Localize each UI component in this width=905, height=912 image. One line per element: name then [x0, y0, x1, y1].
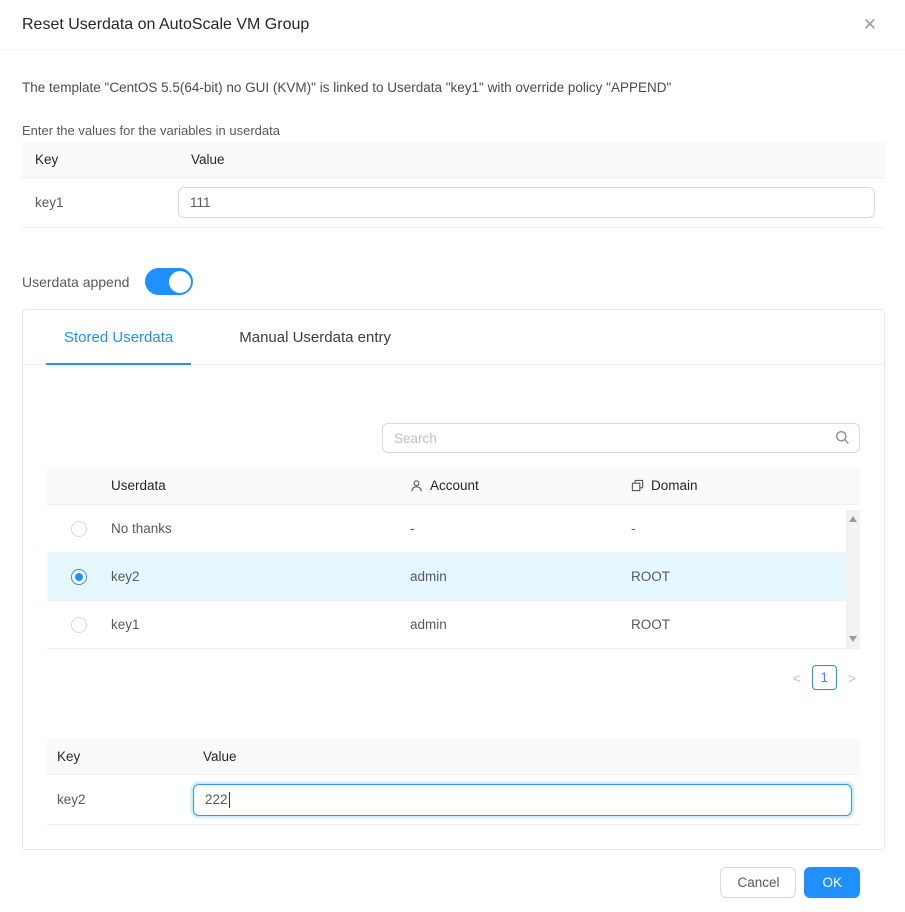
pagination-next-icon[interactable]: >: [846, 669, 858, 687]
radio-key1[interactable]: [71, 617, 87, 633]
variables-instruction-label: Enter the values for the variables in us…: [22, 123, 885, 138]
userdata-selection-card: Stored Userdata Manual Userdata entry: [22, 309, 885, 850]
modal-title: Reset Userdata on AutoScale VM Group: [22, 16, 309, 34]
cancel-button[interactable]: Cancel: [720, 867, 796, 898]
userdata-cell: key1: [111, 617, 410, 632]
table-row-no-thanks[interactable]: No thanks - -: [47, 505, 860, 553]
variable-key1-value-input[interactable]: [178, 187, 875, 218]
toggle-knob: [169, 271, 191, 293]
domain-cell: ROOT: [631, 617, 860, 632]
userdata-append-row: Userdata append: [22, 268, 885, 295]
modal-footer: Cancel OK: [22, 867, 885, 898]
domain-cell: ROOT: [631, 569, 860, 584]
table-row: key2 222: [47, 775, 860, 825]
userdata-append-toggle[interactable]: [145, 268, 193, 295]
domain-column-header: Domain: [651, 478, 698, 493]
table-scrollbar[interactable]: [846, 510, 860, 648]
tab-stored-userdata[interactable]: Stored Userdata: [46, 310, 191, 364]
pagination: < 1 >: [47, 665, 860, 690]
ok-button[interactable]: OK: [804, 867, 860, 898]
table-row-key2[interactable]: key2 admin ROOT: [47, 553, 860, 601]
pagination-prev-icon[interactable]: <: [791, 669, 803, 687]
stored-userdata-panel: Userdata Account: [23, 365, 884, 849]
scrollbar-up-icon[interactable]: [849, 516, 857, 522]
domain-icon: [631, 479, 644, 492]
search-input[interactable]: [382, 423, 860, 453]
radio-no-thanks[interactable]: [71, 521, 87, 537]
pagination-page-1[interactable]: 1: [812, 665, 837, 690]
radio-key2[interactable]: [71, 569, 87, 585]
userdata-column-header: Userdata: [111, 478, 166, 493]
text-cursor: [229, 792, 230, 808]
search-box: [382, 423, 860, 453]
tab-manual-userdata-entry[interactable]: Manual Userdata entry: [221, 310, 409, 364]
modal-body: The template "CentOS 5.5(64-bit) no GUI …: [0, 78, 905, 898]
selected-variable-key-label: key2: [47, 792, 193, 807]
selected-variables-table: Key Value key2 222: [47, 738, 860, 825]
table-row-key1[interactable]: key1 admin ROOT: [47, 601, 860, 649]
account-cell: admin: [410, 569, 631, 584]
search-icon[interactable]: [835, 430, 850, 445]
selected-key-header: Key: [47, 749, 193, 764]
variables-value-header: Value: [178, 152, 885, 167]
userdata-cell: No thanks: [111, 521, 410, 536]
table-row: key1: [22, 178, 885, 228]
stored-userdata-table-header: Userdata Account: [47, 467, 860, 505]
modal-header: Reset Userdata on AutoScale VM Group ✕: [0, 0, 905, 50]
account-cell: admin: [410, 617, 631, 632]
variables-table: Key Value key1: [22, 142, 885, 228]
close-icon[interactable]: ✕: [859, 12, 881, 37]
selected-variables-table-header: Key Value: [47, 738, 860, 775]
variables-key-header: Key: [22, 152, 178, 167]
userdata-cell: key2: [111, 569, 410, 584]
tab-bar: Stored Userdata Manual Userdata entry: [23, 310, 884, 365]
userdata-append-label: Userdata append: [22, 274, 129, 290]
variables-table-header: Key Value: [22, 142, 885, 178]
account-cell: -: [410, 521, 631, 536]
scrollbar-down-icon[interactable]: [849, 636, 857, 642]
stored-userdata-table: Userdata Account: [47, 467, 860, 649]
variable-key2-value-input[interactable]: 222: [193, 784, 852, 816]
account-column-header: Account: [430, 478, 479, 493]
variable-key-label: key1: [22, 195, 178, 210]
user-icon: [410, 479, 423, 493]
template-linked-message: The template "CentOS 5.5(64-bit) no GUI …: [22, 78, 885, 98]
selected-value-header: Value: [193, 749, 860, 764]
domain-cell: -: [631, 521, 860, 536]
